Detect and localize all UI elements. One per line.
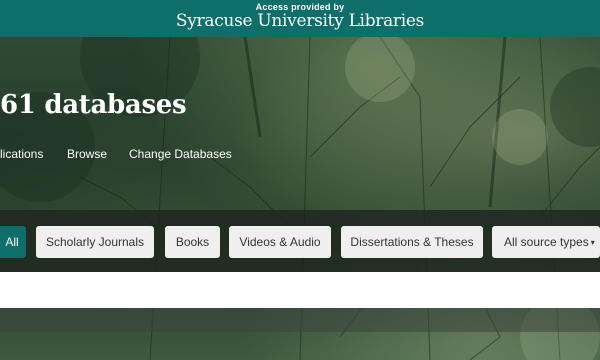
filter-dissertations-theses-label: Dissertations & Theses [350,235,474,249]
filter-scholarly-journals-button[interactable]: Scholarly Journals [36,226,154,258]
filter-dissertations-theses-button[interactable]: Dissertations & Theses [341,226,483,258]
filter-videos-audio-label: Videos & Audio [239,235,321,249]
filter-books-label: Books [175,235,210,249]
all-source-types-label: All source types [504,235,589,249]
filter-scholarly-journals-label: Scholarly Journals [45,235,145,249]
institution-name[interactable]: Syracuse University Libraries [0,11,600,31]
nav-browse-link[interactable]: Browse [67,147,107,161]
search-area [0,272,600,332]
nav-change-databases-link[interactable]: Change Databases [129,147,232,161]
chevron-down-icon: ▾ [590,237,595,247]
filter-videos-audio-button[interactable]: Videos & Audio [229,226,331,258]
filter-all-button[interactable]: All [0,226,26,258]
hero-section: 61 databases lications Browse Change Dat… [0,37,600,360]
access-banner: Access provided by Syracuse University L… [0,0,600,38]
nav-publications-link[interactable]: lications [0,147,43,161]
filter-books-button[interactable]: Books [165,226,220,258]
database-count-title: 61 databases [0,90,187,120]
source-type-filter-bar: All Scholarly Journals Books Videos & Au… [0,210,600,272]
search-input[interactable] [0,272,600,308]
all-source-types-dropdown[interactable]: All source types ▾ [492,226,600,258]
filter-all-label: All [5,235,19,249]
